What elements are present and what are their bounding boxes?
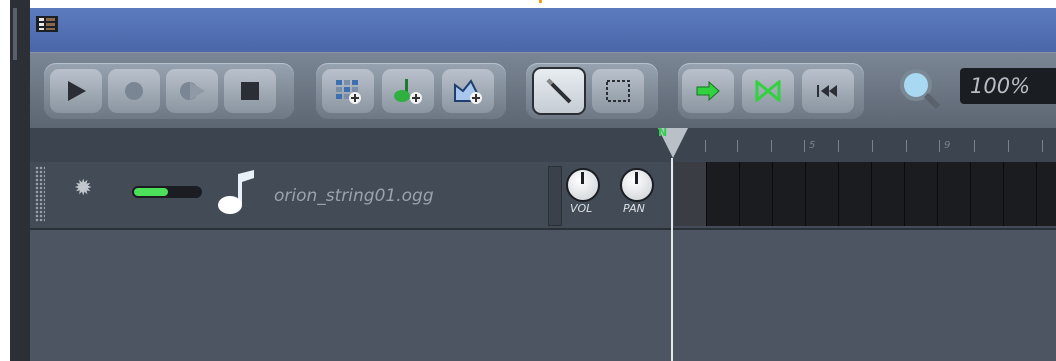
add-automation-track-button[interactable] [442,69,494,113]
draw-mode-button[interactable] [532,67,586,115]
volume-label: VOL [570,202,593,215]
loop-icon [755,80,781,102]
draw-mode-icon [546,78,572,104]
play-icon [68,81,86,101]
rewind-to-start-icon [817,85,837,97]
add-track-group [316,63,506,119]
bar-cell[interactable] [872,162,905,226]
bar-cell[interactable] [773,162,806,226]
transport-group [44,63,294,119]
continue-playback-button[interactable] [682,69,734,113]
record-play-icon [180,82,205,100]
add-beat-pattern-icon [336,80,361,104]
bar-cell[interactable] [905,162,938,226]
select-mode-button[interactable] [592,69,644,113]
playback-mode-group [678,63,864,119]
track-name[interactable]: orion_string01.ogg [274,186,434,206]
track-list-empty-area[interactable] [30,230,1056,361]
ruler-tick [872,140,873,152]
bar-cell[interactable] [1037,162,1056,226]
bar-cell[interactable] [1004,162,1037,226]
song-editor-window: 100% 5 9 ✹ orion_string01.ogg VOL PAN N [30,8,1056,361]
timeline-ruler[interactable]: 5 9 [30,128,1056,162]
zoom-icon[interactable] [896,67,946,111]
track-drag-handle[interactable] [35,166,45,222]
ruler-tick [1008,140,1009,152]
continue-playback-icon [696,81,720,101]
mute-led [134,188,168,196]
ruler-tick [838,140,839,152]
ruler-tick [906,140,907,152]
song-editor-icon [36,16,58,32]
ruler-tick [1042,140,1043,152]
toolbar: 100% [30,52,1056,129]
ruler-tick [939,140,940,152]
bar-cell[interactable] [839,162,872,226]
ruler-number: 5 [809,140,816,151]
pan-knob[interactable] [620,168,654,202]
ruler-tick [804,140,805,152]
record-button[interactable] [108,69,160,113]
volume-knob[interactable] [566,168,600,202]
rewind-to-start-button[interactable] [802,69,854,113]
sample-track-row: ✹ orion_string01.ogg VOL PAN [30,162,1056,230]
bar-cell[interactable] [740,162,773,226]
playhead-line [671,158,673,361]
sample-note-icon [218,170,254,214]
pan-label: PAN [623,202,645,215]
bar-cell[interactable] [674,162,707,226]
track-pattern-area[interactable] [674,162,1056,226]
playhead-marker-label: N [658,126,668,139]
stop-icon [241,82,259,100]
gear-icon[interactable]: ✹ [74,178,92,200]
record-icon [125,82,143,100]
play-button[interactable] [50,69,102,113]
add-sample-track-button[interactable] [382,69,434,113]
bar-cell[interactable] [938,162,971,226]
mute-toggle[interactable] [132,186,202,198]
track-separator [548,166,562,226]
ruler-number: 9 [944,140,951,151]
indicator-dot [539,0,542,3]
add-sample-track-icon [394,79,422,104]
stop-button[interactable] [224,69,276,113]
ruler-tick [737,140,738,152]
title-bar[interactable] [30,8,1056,52]
zoom-level-field[interactable]: 100% [960,68,1056,104]
select-mode-icon [606,80,630,102]
ruler-tick [705,140,706,152]
bar-cell[interactable] [806,162,839,226]
record-play-button[interactable] [166,69,218,113]
desktop-margin [0,0,10,361]
loop-button[interactable] [742,69,794,113]
zoom-level-value: 100% [970,74,1031,98]
bar-cell[interactable] [707,162,740,226]
ruler-tick [771,140,772,152]
bar-cell[interactable] [971,162,1004,226]
add-beat-pattern-button[interactable] [322,69,374,113]
edit-mode-group [526,63,658,119]
window-frame-edge [10,0,30,361]
ruler-tick [974,140,975,152]
add-automation-track-icon [454,79,482,104]
